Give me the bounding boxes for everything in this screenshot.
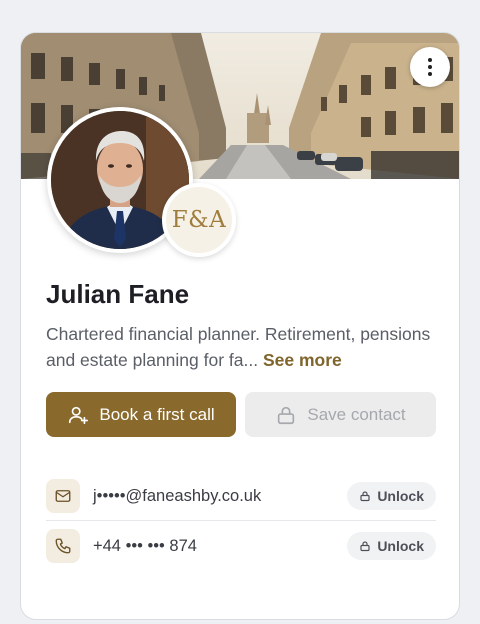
book-call-label: Book a first call — [99, 404, 215, 424]
add-user-icon — [69, 406, 89, 424]
unlock-label: Unlock — [377, 488, 424, 504]
unlock-phone-button[interactable]: Unlock — [347, 532, 436, 560]
book-call-button[interactable]: Book a first call — [46, 392, 236, 437]
see-more-link[interactable]: See more — [263, 350, 342, 370]
unlock-label: Unlock — [377, 538, 424, 554]
lock-icon — [360, 541, 370, 552]
lock-icon — [360, 491, 370, 502]
more-dot — [428, 72, 432, 76]
profile-name: Julian Fane — [46, 279, 190, 309]
save-contact-label: Save contact — [307, 404, 406, 424]
phone-icon — [46, 529, 80, 563]
more-dot — [428, 65, 432, 69]
more-options-button[interactable] — [410, 47, 450, 87]
phone-row: +44 ••• ••• 874 Unlock — [46, 529, 436, 563]
lock-icon — [278, 406, 295, 424]
logo-initials: F&A — [171, 207, 227, 233]
phone-value: +44 ••• ••• 874 — [93, 536, 197, 555]
email-row: j•••••@faneashby.co.uk Unlock — [46, 479, 436, 513]
bio-text: Chartered financial planner. Retirement,… — [46, 324, 431, 370]
company-logo-badge: F&A — [162, 183, 236, 257]
profile-card: F&A Julian Fane Chartered financial plan… — [20, 32, 460, 620]
mail-icon — [46, 479, 80, 513]
unlock-email-button[interactable]: Unlock — [347, 482, 436, 510]
save-contact-button[interactable]: Save contact — [245, 392, 436, 437]
more-dot — [428, 58, 432, 62]
divider — [46, 520, 436, 521]
profile-bio: Chartered financial planner. Retirement,… — [46, 321, 446, 373]
email-value: j•••••@faneashby.co.uk — [93, 486, 262, 505]
